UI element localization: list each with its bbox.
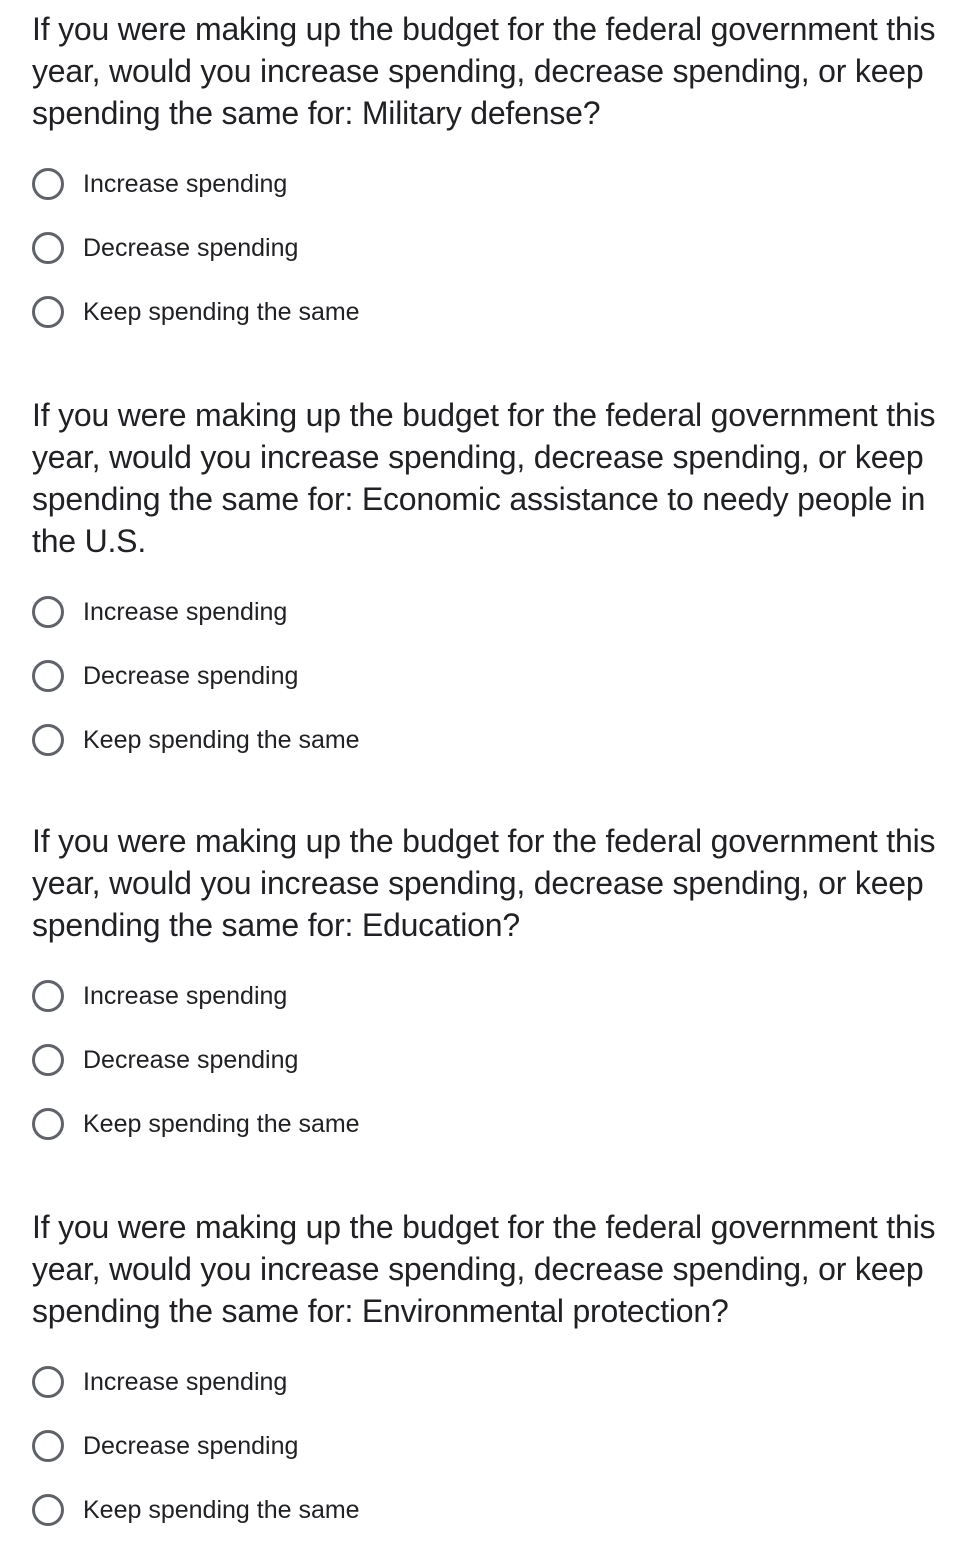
radio-button[interactable] bbox=[32, 1366, 64, 1398]
radio-button[interactable] bbox=[32, 296, 64, 328]
radio-button[interactable] bbox=[32, 1108, 64, 1140]
question-title: If you were making up the budget for the… bbox=[32, 397, 936, 559]
option-decrease-spending[interactable]: Decrease spending bbox=[32, 1414, 952, 1478]
question-economic-assistance: If you were making up the budget for the… bbox=[32, 394, 952, 772]
radio-button[interactable] bbox=[32, 596, 64, 628]
radio-group: Increase spending Decrease spending Keep… bbox=[32, 964, 952, 1156]
option-label: Keep spending the same bbox=[83, 1496, 360, 1524]
option-increase-spending[interactable]: Increase spending bbox=[32, 1350, 952, 1414]
option-label: Keep spending the same bbox=[83, 1110, 360, 1138]
question-military-defense: If you were making up the budget for the… bbox=[32, 8, 952, 344]
option-keep-spending-same[interactable]: Keep spending the same bbox=[32, 280, 952, 344]
option-label: Increase spending bbox=[83, 1368, 288, 1396]
option-label: Keep spending the same bbox=[83, 298, 360, 326]
option-label: Decrease spending bbox=[83, 1432, 299, 1460]
option-label: Increase spending bbox=[83, 982, 288, 1010]
option-label: Increase spending bbox=[83, 170, 288, 198]
option-increase-spending[interactable]: Increase spending bbox=[32, 964, 952, 1028]
question-title: If you were making up the budget for the… bbox=[32, 823, 936, 943]
option-decrease-spending[interactable]: Decrease spending bbox=[32, 644, 952, 708]
option-keep-spending-same[interactable]: Keep spending the same bbox=[32, 1092, 952, 1156]
option-increase-spending[interactable]: Increase spending bbox=[32, 152, 952, 216]
option-label: Decrease spending bbox=[83, 1046, 299, 1074]
option-label: Decrease spending bbox=[83, 234, 299, 262]
radio-button[interactable] bbox=[32, 232, 64, 264]
option-keep-spending-same[interactable]: Keep spending the same bbox=[32, 708, 952, 772]
option-keep-spending-same[interactable]: Keep spending the same bbox=[32, 1478, 952, 1542]
radio-button[interactable] bbox=[32, 724, 64, 756]
radio-group: Increase spending Decrease spending Keep… bbox=[32, 1350, 952, 1542]
option-decrease-spending[interactable]: Decrease spending bbox=[32, 216, 952, 280]
option-label: Decrease spending bbox=[83, 662, 299, 690]
radio-button[interactable] bbox=[32, 980, 64, 1012]
option-decrease-spending[interactable]: Decrease spending bbox=[32, 1028, 952, 1092]
radio-button[interactable] bbox=[32, 1430, 64, 1462]
radio-button[interactable] bbox=[32, 1494, 64, 1526]
radio-group: Increase spending Decrease spending Keep… bbox=[32, 152, 952, 344]
radio-button[interactable] bbox=[32, 660, 64, 692]
option-increase-spending[interactable]: Increase spending bbox=[32, 580, 952, 644]
question-title: If you were making up the budget for the… bbox=[32, 11, 936, 131]
question-environmental-protection: If you were making up the budget for the… bbox=[32, 1206, 952, 1542]
radio-group: Increase spending Decrease spending Keep… bbox=[32, 580, 952, 772]
question-education: If you were making up the budget for the… bbox=[32, 820, 952, 1156]
option-label: Keep spending the same bbox=[83, 726, 360, 754]
question-title: If you were making up the budget for the… bbox=[32, 1209, 936, 1329]
option-label: Increase spending bbox=[83, 598, 288, 626]
radio-button[interactable] bbox=[32, 1044, 64, 1076]
radio-button[interactable] bbox=[32, 168, 64, 200]
